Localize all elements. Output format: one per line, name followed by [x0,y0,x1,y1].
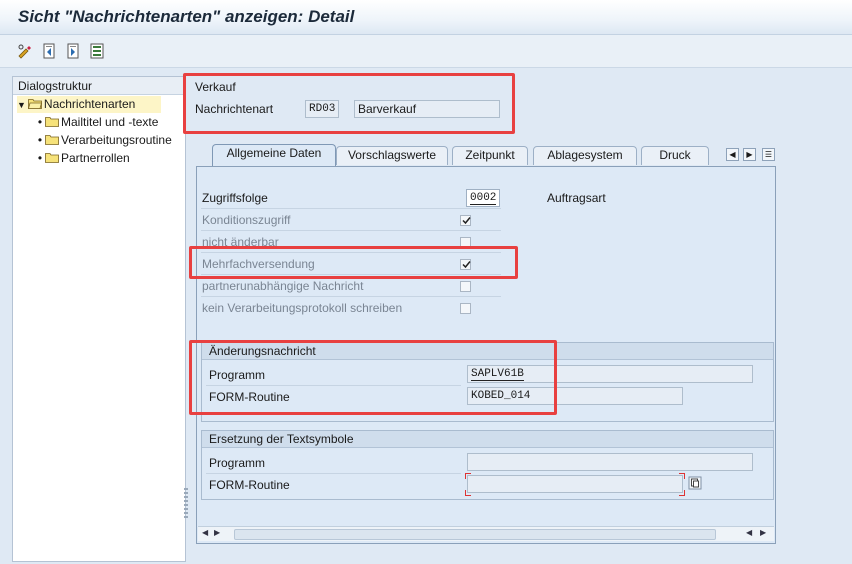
checkbox-label-konditionszugriff: Konditionszugriff [202,213,291,227]
checkbox-kein-protokoll[interactable] [460,303,471,314]
checkbox-nicht-aenderbar[interactable] [460,237,471,248]
row-separator [201,230,501,231]
row-separator [206,473,461,474]
select-all-icon[interactable] [89,43,105,59]
scrollbar-thumb[interactable] [234,529,716,540]
dialog-structure-title: Dialogstruktur [18,79,93,93]
checkbox-konditionszugriff[interactable] [460,215,471,226]
tab-scroll-left-icon[interactable]: ◀ [726,148,739,161]
scroll-right-icon[interactable]: ▶ [214,528,220,537]
text-symbols-program-field[interactable] [467,453,753,471]
tree-item-label: Nachrichtenarten [43,97,136,111]
tab-scroll-right-icon[interactable]: ▶ [743,148,756,161]
checkbox-label-partnerunabhaengig: partnerunabhängige Nachricht [202,279,364,293]
previous-entry-icon[interactable] [41,43,57,59]
scroll-left-icon[interactable]: ◀ [202,528,208,537]
focus-marker [465,490,471,496]
row-separator [201,252,501,253]
checkbox-label-nicht-aenderbar: nicht änderbar [202,235,279,249]
window-title: Sicht "Nachrichtenarten" anzeigen: Detai… [18,7,355,26]
tab-list-icon[interactable]: ☰ [762,148,775,161]
horizontal-scrollbar[interactable]: ◀ ▶ ◀ ▶ [198,526,774,541]
message-type-field[interactable]: RD03 [305,100,339,118]
tree-item-label: Partnerrollen [61,151,130,165]
access-sequence-text: Auftragsart [547,191,606,205]
text-symbols-form-field[interactable] [467,475,683,493]
checkbox-partnerunabhaengig[interactable] [460,281,471,292]
focus-marker [465,473,471,479]
tree-item-mailtitel[interactable]: • Mailtitel und -texte [35,114,159,131]
tree-item-label: Mailtitel und -texte [61,115,159,129]
row-separator [201,274,501,275]
section-label-verkauf: Verkauf [195,80,236,94]
tab-allgemeine-daten[interactable]: Allgemeine Daten [212,144,336,166]
text-symbols-program-label: Programm [209,456,266,470]
access-sequence-field[interactable]: 0002 [466,189,500,207]
focus-marker [679,490,685,496]
tab-strip: Allgemeine Daten Vorschlagswerte Zeitpun… [196,144,776,166]
expand-arrow-icon[interactable]: ▼ [17,100,26,110]
tree-item-partnerrollen[interactable]: • Partnerrollen [35,150,130,167]
message-type-description-field[interactable]: Barverkauf [354,100,500,118]
tree-bullet-icon: • [37,115,43,129]
checkbox-mehrfachversendung[interactable] [460,259,471,270]
text-symbols-form-label: FORM-Routine [209,478,290,492]
tab-vorschlagswerte[interactable]: Vorschlagswerte [336,146,448,165]
group-change-message: Änderungsnachricht Programm SAPLV61B FOR… [201,342,774,422]
tab-druck[interactable]: Druck [641,146,709,165]
access-sequence-label: Zugriffsfolge [202,191,268,205]
program-field[interactable]: SAPLV61B [467,365,753,383]
row-separator [201,208,501,209]
group-title-change-message: Änderungsnachricht [202,343,773,360]
message-type-label: Nachrichtenart [195,102,274,116]
title-bar: Sicht "Nachrichtenarten" anzeigen: Detai… [0,0,852,35]
form-routine-field[interactable]: KOBED_014 [467,387,683,405]
display-change-icon[interactable] [17,43,33,59]
application-toolbar [0,35,852,68]
tree-item-label: Verarbeitungsroutine [61,133,172,147]
next-entry-icon[interactable] [65,43,81,59]
tab-ablagesystem[interactable]: Ablagesystem [533,146,637,165]
tab-content-allgemeine-daten: Zugriffsfolge 0002 Auftragsart Kondition… [196,166,776,544]
scroll-right-end-icon[interactable]: ▶ [760,528,766,537]
copy-icon[interactable] [688,476,702,490]
dialog-structure-header: Dialogstruktur [13,77,185,95]
folder-icon [45,153,59,163]
row-separator [201,296,501,297]
tree-bullet-icon: • [37,151,43,165]
folder-icon [45,135,59,145]
tab-zeitpunkt[interactable]: Zeitpunkt [452,146,528,165]
group-title-text-symbols: Ersetzung der Textsymbole [202,431,773,448]
tree-item-verarbeitungsroutine[interactable]: • Verarbeitungsroutine [35,132,172,149]
folder-icon [45,117,59,127]
checkbox-label-mehrfachversendung: Mehrfachversendung [202,257,315,271]
tree-item-nachrichtenarten[interactable]: ▼ Nachrichtenarten [17,96,161,113]
form-routine-label: FORM-Routine [209,390,290,404]
open-folder-icon [27,99,42,109]
tree-bullet-icon: • [37,133,43,147]
group-text-symbols: Ersetzung der Textsymbole Programm FORM-… [201,430,774,500]
scroll-left-end-icon[interactable]: ◀ [746,528,752,537]
checkbox-label-kein-protokoll: kein Verarbeitungsprotokoll schreiben [202,301,403,315]
dialog-structure-panel: Dialogstruktur ▼ Nachrichtenarten • Mailti… [12,76,186,562]
splitter-handle[interactable] [184,488,188,518]
program-label: Programm [209,368,266,382]
focus-marker [679,473,685,479]
row-separator [206,385,461,386]
